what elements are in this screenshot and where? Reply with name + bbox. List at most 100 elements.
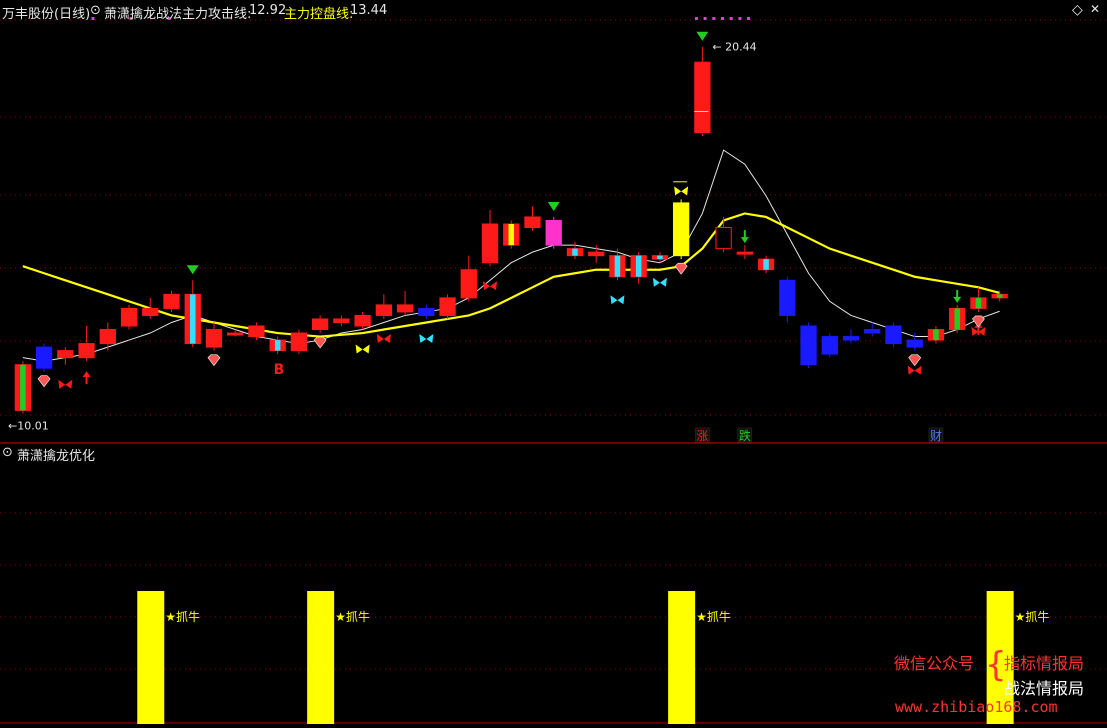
diamond-gem-icon — [674, 262, 688, 275]
indicator-name[interactable]: 萧潇擒龙战法 — [104, 3, 182, 22]
diamond-gem-icon — [313, 336, 327, 349]
candle-body — [120, 307, 138, 327]
diamond-gem-icon — [908, 354, 922, 367]
candle-body-inner — [614, 255, 621, 277]
down-arrow-icon — [740, 230, 749, 244]
catch-bull-bar — [307, 591, 335, 724]
catch-bull-bar — [137, 591, 165, 724]
candle-body-inner — [508, 224, 515, 246]
catch-bull-label: ★抓牛 — [165, 609, 200, 624]
lower-indicator-title[interactable]: 萧潇擒龙优化 — [17, 445, 95, 464]
candle-body-inner — [572, 248, 578, 256]
candle-body — [99, 329, 116, 345]
candle-body-inner — [933, 329, 939, 341]
candle-body — [736, 251, 753, 255]
candle-body — [906, 339, 923, 348]
butterfly-icon — [419, 333, 434, 343]
diamond-icon[interactable]: ◇ — [1072, 2, 1083, 18]
candle-body — [460, 269, 477, 299]
stock-title: 万丰股份(日线) — [2, 7, 91, 22]
watermark-line3: 战法情报局 — [1004, 679, 1085, 698]
butterfly-icon — [652, 277, 667, 287]
candle-body — [396, 304, 414, 313]
candle-body-inner — [975, 297, 982, 309]
candle-body-inner — [954, 308, 960, 330]
butterfly-icon — [674, 186, 689, 196]
butterfly-icon — [610, 295, 625, 305]
control-line-value: 13.44 — [350, 3, 388, 18]
candle-body — [864, 329, 881, 334]
lower-indicator-dropdown-icon[interactable]: ⊙ — [2, 445, 13, 460]
candle-body — [715, 227, 732, 250]
candle-body — [312, 318, 329, 331]
candle-body — [672, 202, 690, 257]
candle-body — [375, 304, 392, 316]
catch-bull-label: ★抓牛 — [335, 609, 370, 624]
candle-body — [439, 297, 456, 316]
candle-body — [779, 279, 796, 316]
attack-line-label: 主力攻击线: — [182, 7, 252, 22]
close-icon[interactable]: ✕ — [1090, 2, 1100, 16]
down-triangle-icon — [696, 31, 709, 41]
butterfly-icon — [355, 344, 370, 354]
candle-body — [800, 325, 817, 366]
candle-body — [545, 219, 562, 246]
attack-line-value: 12.92 — [249, 3, 287, 18]
candle-body — [290, 332, 308, 352]
candle-body — [227, 332, 244, 336]
candle-body — [163, 293, 180, 309]
chart-canvas: ← 20.44 ←10.01 B 涨 跌 财 ★抓牛 ★抓牛 ★抓牛 ★抓牛 — [0, 17, 1107, 724]
down-triangle-icon — [186, 265, 199, 275]
candle-body-inner — [20, 364, 26, 411]
candle-body — [333, 318, 350, 323]
catch-bull-label: ★抓牛 — [696, 609, 731, 624]
candle-body — [418, 307, 435, 316]
catch-bull-bar — [668, 591, 696, 724]
watermark-line2: 指标情报局 — [1004, 654, 1085, 673]
candle-body — [885, 325, 902, 345]
buy-b-label: B — [274, 362, 285, 378]
signal-dot — [712, 17, 716, 20]
control-line-label: 主力控盘线: — [284, 7, 354, 22]
signal-dot — [721, 17, 724, 20]
candle-body-inner — [657, 255, 663, 260]
signal-dot — [729, 17, 733, 20]
candle-body — [78, 343, 95, 359]
candle-body — [35, 346, 53, 369]
up-arrow-icon — [82, 371, 91, 385]
candle-body — [588, 251, 605, 257]
down-arrow-icon — [953, 289, 962, 303]
catch-bull-label: ★抓牛 — [1015, 609, 1050, 624]
butterfly-icon — [483, 281, 498, 291]
candle-body — [524, 216, 541, 229]
down-triangle-icon — [547, 201, 560, 211]
candle-body — [248, 325, 265, 338]
candle-body — [142, 307, 159, 316]
low-price-label: ←10.01 — [8, 420, 49, 433]
candle-body — [842, 336, 860, 341]
diamond-gem-icon — [972, 315, 985, 328]
candle-body-inner — [274, 340, 281, 351]
candle-body — [57, 350, 74, 359]
die-label: 跌 — [739, 428, 751, 443]
butterfly-icon — [376, 333, 391, 343]
candle-body-inner — [996, 294, 1003, 298]
butterfly-icon — [907, 365, 922, 375]
chart-stage: ← 20.44 ←10.01 B 涨 跌 财 ★抓牛 ★抓牛 ★抓牛 ★抓牛 万丰股份(日线) ⊙… — [0, 0, 1107, 724]
watermark-wechat: 微信公众号 — [894, 654, 975, 673]
diamond-gem-icon — [207, 354, 221, 367]
candle-body — [821, 336, 838, 355]
candle-body — [205, 329, 223, 348]
candle-body-inner — [763, 259, 769, 270]
signal-dot — [703, 17, 707, 20]
indicator-dropdown-icon[interactable]: ⊙ — [90, 3, 101, 18]
candle-body — [694, 61, 711, 134]
zhang-label: 涨 — [696, 428, 708, 443]
butterfly-icon — [58, 379, 73, 389]
signal-dot — [694, 17, 698, 20]
diamond-gem-icon — [37, 375, 51, 388]
candle-body-inner — [635, 255, 642, 277]
watermark-url: www.zhibiao168.com — [895, 698, 1058, 716]
candle-body — [354, 314, 371, 327]
signal-dot — [738, 17, 742, 20]
